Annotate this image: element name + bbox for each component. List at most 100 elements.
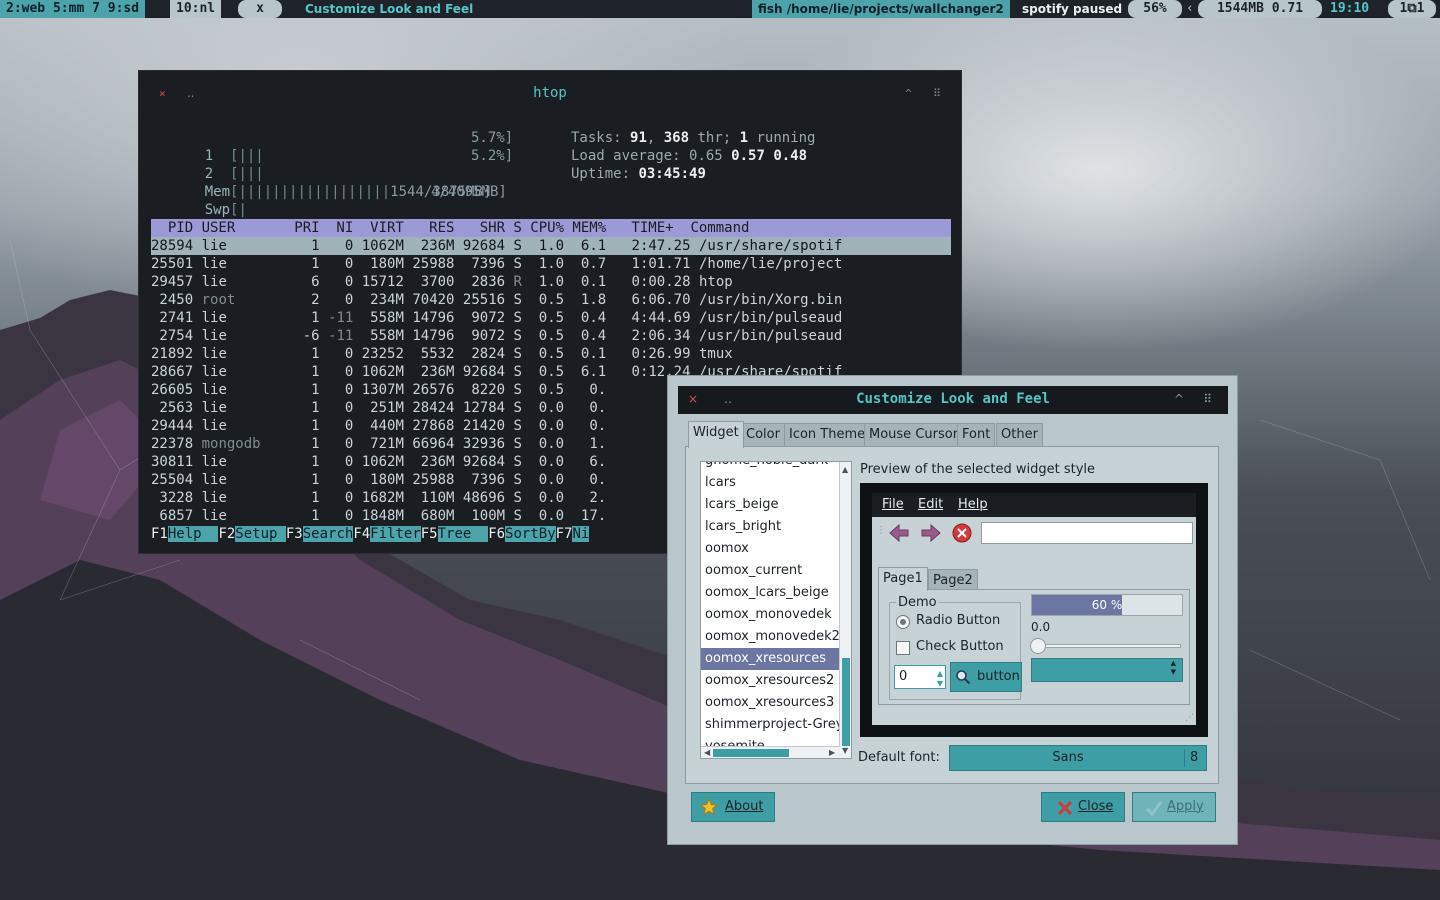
resize-grip-icon[interactable]: ⋰	[1185, 713, 1194, 723]
hscrollbar-thumb[interactable]	[713, 749, 789, 757]
fkey-f7[interactable]: F7	[556, 526, 573, 542]
volume-indicator[interactable]: 56%	[1128, 0, 1182, 18]
arrow-left-icon[interactable]: ◀	[704, 748, 710, 757]
table-row[interactable]: 25501 lie 1 0 180M 25988 7396 S 1.0 0.7 …	[151, 255, 951, 273]
cell-pri: 1	[277, 472, 320, 488]
list-item[interactable]: gnome_noble_dark	[701, 462, 840, 472]
list-item[interactable]: oomox_xresources	[701, 648, 840, 670]
tray-indicator[interactable]: 1⧉1	[1388, 0, 1436, 18]
tab-other[interactable]: Other	[996, 423, 1043, 447]
table-row[interactable]: 2450 root 2 0 234M 70420 25516 S 0.5 1.8…	[151, 291, 951, 309]
fkey-label[interactable]: Setup	[235, 526, 286, 542]
list-item[interactable]: lcars_beige	[701, 494, 840, 516]
cell-shr: 12784	[454, 400, 506, 416]
cell-mem: 0.4	[564, 310, 607, 326]
menu-file[interactable]: File	[882, 493, 904, 517]
cell-res: 110M	[403, 490, 455, 506]
check-button[interactable]	[896, 641, 910, 655]
list-item[interactable]: lcars_bright	[701, 516, 840, 538]
search-button[interactable]: button	[950, 662, 1022, 692]
fkey-label[interactable]: Search	[302, 526, 354, 542]
fkey-label[interactable]: Filter	[370, 526, 421, 542]
list-item[interactable]: oomox_xresources2	[701, 670, 840, 692]
grip-icon[interactable]: ⠿	[1203, 392, 1212, 406]
list-item[interactable]: oomox_current	[701, 560, 840, 582]
cell-shr: 7396	[454, 472, 506, 488]
list-item[interactable]: oomox_lcars_beige	[701, 582, 840, 604]
list-item[interactable]: oomox_monovedek2	[701, 626, 840, 648]
apply-button[interactable]: Apply	[1132, 792, 1216, 822]
fkey-f6[interactable]: F6	[488, 526, 505, 542]
font-picker-button[interactable]: Sans 8	[949, 745, 1207, 771]
menu-edit[interactable]: Edit	[918, 493, 943, 517]
forward-arrow-icon[interactable]	[920, 523, 942, 543]
spin-input[interactable]: 0 ▲ ▼	[894, 665, 946, 689]
list-item[interactable]: oomox	[701, 538, 840, 560]
fkey-label[interactable]: Help	[167, 526, 219, 542]
tab-color[interactable]: Color	[741, 423, 785, 447]
preview-address-entry[interactable]	[981, 522, 1193, 544]
progress-text: 60 %	[1091, 598, 1123, 612]
slider-knob[interactable]	[1030, 638, 1046, 654]
back-arrow-icon[interactable]	[888, 523, 910, 543]
tab-mouse-cursor[interactable]: Mouse Cursor	[864, 423, 964, 447]
table-row[interactable]: 2754 lie -6 -11 558M 14796 9072 S 0.5 0.…	[151, 327, 951, 345]
maximize-icon[interactable]: ^	[905, 87, 912, 100]
maximize-icon[interactable]: ^	[1174, 392, 1184, 406]
list-item[interactable]: lcars	[701, 472, 840, 494]
customize-dialog[interactable]: × ‥ Customize Look and Feel ^ ⠿ Widget C…	[667, 375, 1238, 845]
vertical-scrollbar[interactable]: ▲ ▼	[839, 462, 851, 758]
spin-down-icon[interactable]: ▼	[937, 673, 943, 695]
table-row[interactable]: 21892 lie 1 0 23252 5532 2824 S 0.5 0.1 …	[151, 345, 951, 363]
cell-pri: 1	[277, 256, 320, 272]
fkey-f4[interactable]: F4	[353, 526, 370, 542]
fkey-f3[interactable]: F3	[286, 526, 303, 542]
close-button[interactable]: Close	[1041, 792, 1125, 822]
cell-mem: 6.1	[564, 364, 607, 380]
cell-shr: 92684	[454, 454, 506, 470]
slider-track[interactable]	[1030, 638, 1181, 654]
tab-font[interactable]: Font	[957, 423, 996, 447]
theme-list[interactable]: gnome_noble_darklcarslcars_beigelcars_br…	[700, 461, 852, 759]
fkey-label[interactable]: Ni	[572, 526, 590, 542]
table-row[interactable]: 28594 lie 1 0 1062M 236M 92684 S 1.0 6.1…	[151, 237, 951, 255]
active-workspace[interactable]: 10:nl	[170, 0, 222, 18]
chevron-left-icon: ‹	[1186, 1, 1194, 16]
cell-pri: 1	[277, 490, 320, 506]
list-item[interactable]: shimmerproject-Greybird	[701, 714, 840, 736]
about-button[interactable]: About	[691, 792, 775, 822]
fkey-f1[interactable]: F1	[151, 526, 168, 542]
grip-icon[interactable]: ⠿	[933, 87, 941, 100]
htop-titlebar[interactable]: × ‥ htop ^ ⠿	[139, 71, 961, 117]
arrow-up-icon[interactable]: ▲	[842, 465, 848, 474]
preview-tab-page1[interactable]: Page1	[878, 567, 928, 591]
cell-cpu: 0.5	[521, 346, 565, 362]
separator	[222, 0, 230, 18]
cell-pri: 1	[277, 418, 320, 434]
workspace-list[interactable]: 2:web 5:mm 7 9:sd	[0, 0, 146, 18]
dialog-titlebar[interactable]: × ‥ Customize Look and Feel ^ ⠿	[678, 386, 1228, 414]
stop-icon[interactable]	[952, 523, 972, 543]
radio-button[interactable]	[896, 615, 910, 629]
fkey-label[interactable]: SortBy	[505, 526, 556, 542]
cell-pid: 2563	[151, 400, 194, 416]
arrow-right-icon[interactable]: ▶	[829, 748, 835, 757]
scrollbar-thumb[interactable]	[842, 658, 850, 746]
preview-tab-page2[interactable]: Page2	[928, 569, 978, 591]
preview-combo[interactable]: ▲ ▼	[1031, 658, 1183, 682]
horizontal-scrollbar[interactable]: ◀ ▶	[701, 746, 840, 758]
tab-widget[interactable]: Widget	[688, 421, 744, 448]
fkey-f2[interactable]: F2	[218, 526, 235, 542]
fkey-label[interactable]: Tree	[437, 526, 489, 542]
close-window-button[interactable]: x	[238, 0, 282, 18]
tab-icon-theme[interactable]: Icon Theme	[784, 423, 871, 447]
arrow-down-icon[interactable]: ▼	[842, 746, 848, 755]
cell-res: 3700	[403, 274, 455, 290]
process-table-header[interactable]: PID USER PRI NI VIRT RES SHR S CPU% MEM%…	[151, 219, 951, 237]
table-row[interactable]: 29457 lie 6 0 15712 3700 2836 R 1.0 0.1 …	[151, 273, 951, 291]
list-item[interactable]: oomox_monovedek	[701, 604, 840, 626]
list-item[interactable]: oomox_xresources3	[701, 692, 840, 714]
menu-help[interactable]: Help	[958, 493, 988, 517]
fkey-f5[interactable]: F5	[421, 526, 438, 542]
table-row[interactable]: 2741 lie 1 -11 558M 14796 9072 S 0.5 0.4…	[151, 309, 951, 327]
